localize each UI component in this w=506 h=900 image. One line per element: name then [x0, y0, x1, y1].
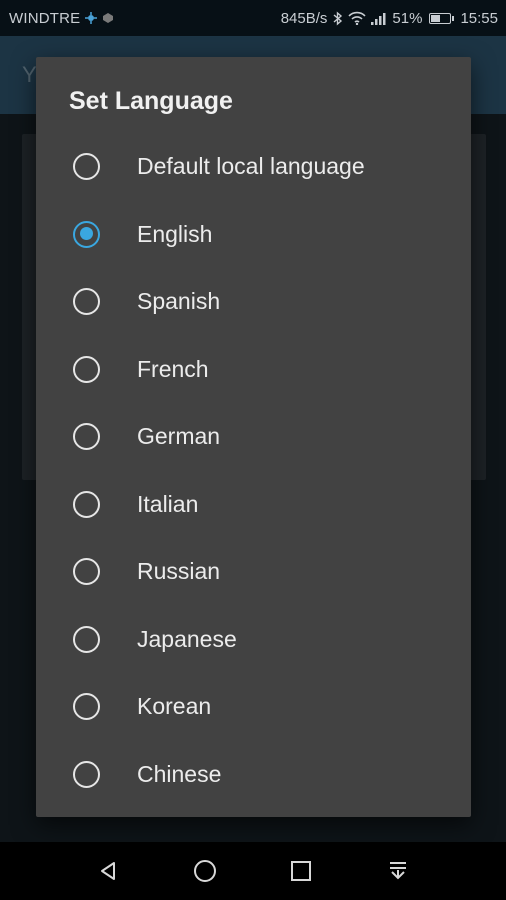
settings-notification-icon	[85, 12, 98, 24]
network-speed: 845B/s	[280, 9, 328, 27]
language-option-default-local-language[interactable]: Default local language	[36, 133, 471, 201]
clock: 15:55	[460, 9, 498, 27]
radio-unchecked-icon[interactable]	[73, 760, 100, 788]
radio-unchecked-icon[interactable]	[73, 625, 100, 653]
radio-unchecked-icon[interactable]	[73, 693, 100, 721]
radio-unchecked-icon[interactable]	[73, 490, 100, 518]
language-option-label: French	[137, 355, 209, 382]
set-language-dialog: Set Language Default local language Engli…	[36, 57, 471, 817]
recents-icon[interactable]	[281, 851, 321, 891]
carrier-name: WINDTRE	[9, 9, 81, 27]
radio-unchecked-icon[interactable]	[73, 355, 100, 383]
notification-drawer-icon[interactable]	[378, 851, 418, 891]
language-option-label: Italian	[137, 490, 199, 517]
language-option-label: Korean	[137, 693, 212, 720]
language-option-label: German	[137, 423, 221, 450]
language-option-russian[interactable]: Russian	[36, 538, 471, 606]
battery-level-fill	[431, 14, 441, 22]
app-notification-icon	[102, 12, 114, 24]
language-option-english[interactable]: English	[36, 201, 471, 269]
battery-percent: 51%	[392, 9, 423, 27]
signal-icon	[371, 12, 387, 25]
radio-unchecked-icon[interactable]	[73, 423, 100, 451]
status-bar: WINDTRE 845B/s 51% 15:55	[0, 0, 506, 36]
app-toolbar-title: Y	[22, 62, 37, 87]
language-options-list: Default local language English Spanish Fren…	[36, 133, 471, 808]
radio-unchecked-icon[interactable]	[73, 558, 100, 586]
radio-unchecked-icon[interactable]	[73, 288, 100, 316]
language-option-label: Russian	[137, 558, 221, 585]
back-icon[interactable]	[88, 851, 128, 891]
language-option-german[interactable]: German	[36, 403, 471, 471]
language-option-korean[interactable]: Korean	[36, 673, 471, 741]
navigation-bar	[0, 842, 506, 900]
language-option-label: Spanish	[137, 288, 221, 315]
language-option-label: Chinese	[137, 760, 222, 787]
language-option-italian[interactable]: Italian	[36, 471, 471, 539]
language-option-spanish[interactable]: Spanish	[36, 268, 471, 336]
dialog-title: Set Language	[69, 87, 233, 115]
battery-icon	[429, 12, 455, 24]
language-option-label: Japanese	[137, 625, 237, 652]
language-option-french[interactable]: French	[36, 336, 471, 404]
radio-unchecked-icon[interactable]	[73, 153, 100, 181]
language-option-label: Default local language	[137, 153, 365, 180]
status-right: 845B/s 51% 15:55	[281, 10, 498, 27]
language-option-label: English	[137, 220, 213, 247]
home-icon[interactable]	[185, 851, 225, 891]
bluetooth-icon	[332, 10, 343, 26]
language-option-japanese[interactable]: Japanese	[36, 606, 471, 674]
status-left: WINDTRE	[9, 10, 114, 27]
language-option-chinese[interactable]: Chinese	[36, 741, 471, 809]
wifi-icon	[348, 11, 367, 25]
radio-checked-icon[interactable]	[73, 220, 100, 248]
